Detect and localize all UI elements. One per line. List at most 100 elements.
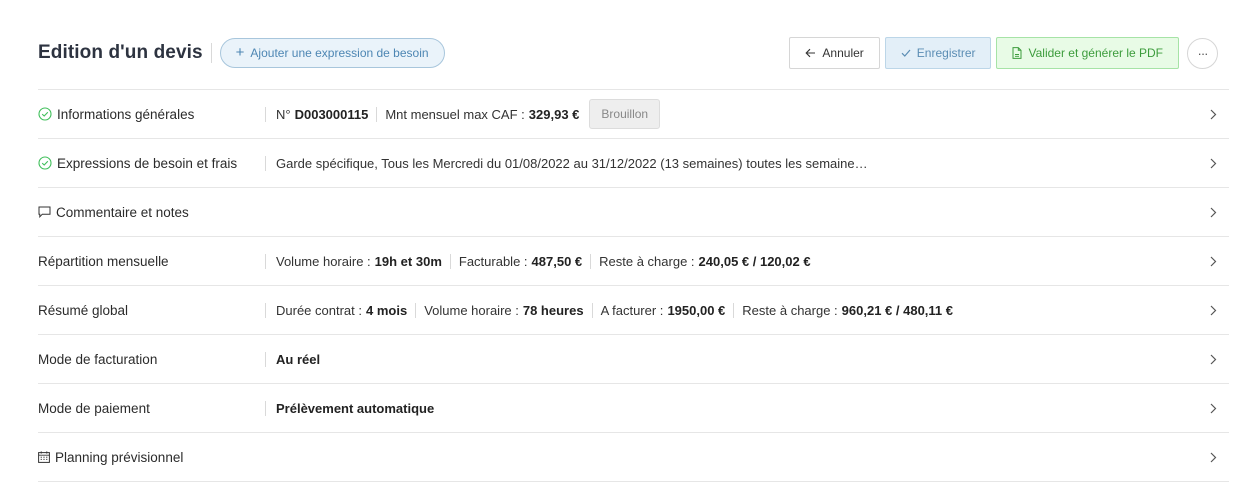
validate-label: Valider et générer le PDF xyxy=(1028,46,1163,60)
cancel-button[interactable]: Annuler xyxy=(789,37,880,69)
section-title: Planning prévisionnel xyxy=(55,449,184,465)
chevron-right-icon[interactable] xyxy=(1207,255,1219,267)
section-label: Résumé global xyxy=(38,303,265,318)
caf-prefix: Mnt mensuel max CAF : xyxy=(385,106,525,122)
remaining-prefix: Reste à charge : xyxy=(742,302,838,318)
remaining-prefix: Reste à charge : xyxy=(599,253,695,269)
header-actions: Annuler Enregistrer Valider et générer l… xyxy=(789,37,1218,69)
chevron-right-icon[interactable] xyxy=(1207,108,1219,120)
section-summary: N° D003000115 Mnt mensuel max CAF : 329,… xyxy=(265,99,661,129)
devis-number-prefix: N° xyxy=(276,106,291,122)
section-label: Informations générales xyxy=(38,107,265,122)
global-volume: Volume horaire : 78 heures xyxy=(424,303,583,318)
plus-icon: + xyxy=(235,44,245,61)
billing-mode-value: Au réel xyxy=(276,352,320,367)
section-summary: Prélèvement automatique xyxy=(265,400,434,416)
monthly-remaining: Reste à charge : 240,05 € / 120,02 € xyxy=(599,254,810,269)
section-summary: Volume horaire : 19h et 30m Facturable :… xyxy=(265,253,811,269)
section-billing-mode[interactable]: Mode de facturation Au réel xyxy=(38,335,1229,384)
section-needs-fees[interactable]: Expressions de besoin et frais Garde spé… xyxy=(38,139,1229,188)
section-label: Planning prévisionnel xyxy=(38,450,265,465)
section-title: Mode de facturation xyxy=(38,351,158,367)
divider xyxy=(591,302,593,318)
billable-value: 487,50 € xyxy=(531,253,583,269)
devis-number: N° D003000115 xyxy=(276,107,368,122)
section-monthly-split[interactable]: Répartition mensuelle Volume horaire : 1… xyxy=(38,237,1229,286)
divider xyxy=(590,253,592,269)
section-label: Répartition mensuelle xyxy=(38,254,265,269)
payment-mode-text: Prélèvement automatique xyxy=(276,400,435,416)
section-title: Résumé global xyxy=(38,302,129,318)
divider xyxy=(376,106,378,122)
devis-number-value: D003000115 xyxy=(294,106,369,122)
more-icon: ··· xyxy=(1197,45,1209,61)
remaining-value: 240,05 € / 120,02 € xyxy=(698,253,811,269)
save-label: Enregistrer xyxy=(916,46,976,60)
section-summary: Garde spécifique, Tous les Mercredi du 0… xyxy=(265,155,868,171)
check-icon xyxy=(901,49,911,57)
caf-value: 329,93 € xyxy=(528,106,580,122)
volume-prefix: Volume horaire : xyxy=(424,302,519,318)
check-circle-icon xyxy=(38,156,52,170)
duration-prefix: Durée contrat : xyxy=(276,302,362,318)
to-bill-value: 1950,00 € xyxy=(667,302,726,318)
section-label: Mode de paiement xyxy=(38,401,265,416)
divider xyxy=(733,302,735,318)
duration-value: 4 mois xyxy=(366,302,408,318)
volume-value: 19h et 30m xyxy=(374,253,442,269)
more-options-button[interactable]: ··· xyxy=(1187,37,1218,69)
chevron-right-icon[interactable] xyxy=(1207,304,1219,316)
section-comments[interactable]: Commentaire et notes xyxy=(38,188,1229,237)
caf-amount: Mnt mensuel max CAF : 329,93 € xyxy=(385,107,579,122)
page-header: Edition d'un devis + Ajouter une express… xyxy=(38,34,1218,72)
needs-summary: Garde spécifique, Tous les Mercredi du 0… xyxy=(276,155,868,171)
billing-mode-text: Au réel xyxy=(276,351,321,367)
section-label: Mode de facturation xyxy=(38,352,265,367)
global-remaining: Reste à charge : 960,21 € / 480,11 € xyxy=(742,303,953,318)
monthly-volume: Volume horaire : 19h et 30m xyxy=(276,254,442,269)
volume-prefix: Volume horaire : xyxy=(276,253,371,269)
chevron-right-icon[interactable] xyxy=(1207,157,1219,169)
add-need-label: Ajouter une expression de besoin xyxy=(250,46,429,60)
to-bill-prefix: A facturer : xyxy=(600,302,664,318)
section-general-info[interactable]: Informations générales N° D003000115 Mnt… xyxy=(38,90,1229,139)
payment-mode-value: Prélèvement automatique xyxy=(276,401,434,416)
section-title: Répartition mensuelle xyxy=(38,253,169,269)
chevron-right-icon[interactable] xyxy=(1207,402,1219,414)
page-title: Edition d'un devis xyxy=(38,42,203,63)
pdf-file-icon xyxy=(1012,47,1022,59)
validate-generate-pdf-button[interactable]: Valider et générer le PDF xyxy=(996,37,1179,69)
calendar-icon xyxy=(38,451,50,463)
section-summary: Durée contrat : 4 mois Volume horaire : … xyxy=(265,302,953,318)
global-to-bill: A facturer : 1950,00 € xyxy=(601,303,726,318)
section-title: Informations générales xyxy=(57,106,195,122)
section-label: Expressions de besoin et frais xyxy=(38,156,265,171)
title-divider xyxy=(210,43,212,63)
comment-icon xyxy=(38,206,51,218)
section-title: Mode de paiement xyxy=(38,400,150,416)
chevron-right-icon[interactable] xyxy=(1207,206,1219,218)
arrow-left-icon xyxy=(805,48,816,58)
status-badge: Brouillon xyxy=(589,99,661,129)
section-title: Commentaire et notes xyxy=(56,204,189,220)
section-label: Commentaire et notes xyxy=(38,205,265,220)
check-circle-icon xyxy=(38,107,52,121)
contract-duration: Durée contrat : 4 mois xyxy=(276,303,407,318)
section-payment-mode[interactable]: Mode de paiement Prélèvement automatique xyxy=(38,384,1229,433)
volume-value: 78 heures xyxy=(522,302,584,318)
cancel-label: Annuler xyxy=(822,46,864,60)
add-need-button[interactable]: + Ajouter une expression de besoin xyxy=(219,38,445,68)
chevron-right-icon[interactable] xyxy=(1207,353,1219,365)
save-button[interactable]: Enregistrer xyxy=(884,37,992,69)
chevron-right-icon[interactable] xyxy=(1207,451,1219,463)
section-planning[interactable]: Planning prévisionnel xyxy=(38,433,1229,482)
devis-sections: Informations générales N° D003000115 Mnt… xyxy=(38,89,1229,482)
monthly-billable: Facturable : 487,50 € xyxy=(459,254,582,269)
section-title: Expressions de besoin et frais xyxy=(57,155,238,171)
billable-prefix: Facturable : xyxy=(458,253,528,269)
remaining-value: 960,21 € / 480,11 € xyxy=(841,302,953,318)
section-global-summary[interactable]: Résumé global Durée contrat : 4 mois Vol… xyxy=(38,286,1229,335)
divider xyxy=(415,302,417,318)
section-summary: Au réel xyxy=(265,351,320,367)
divider xyxy=(449,253,451,269)
